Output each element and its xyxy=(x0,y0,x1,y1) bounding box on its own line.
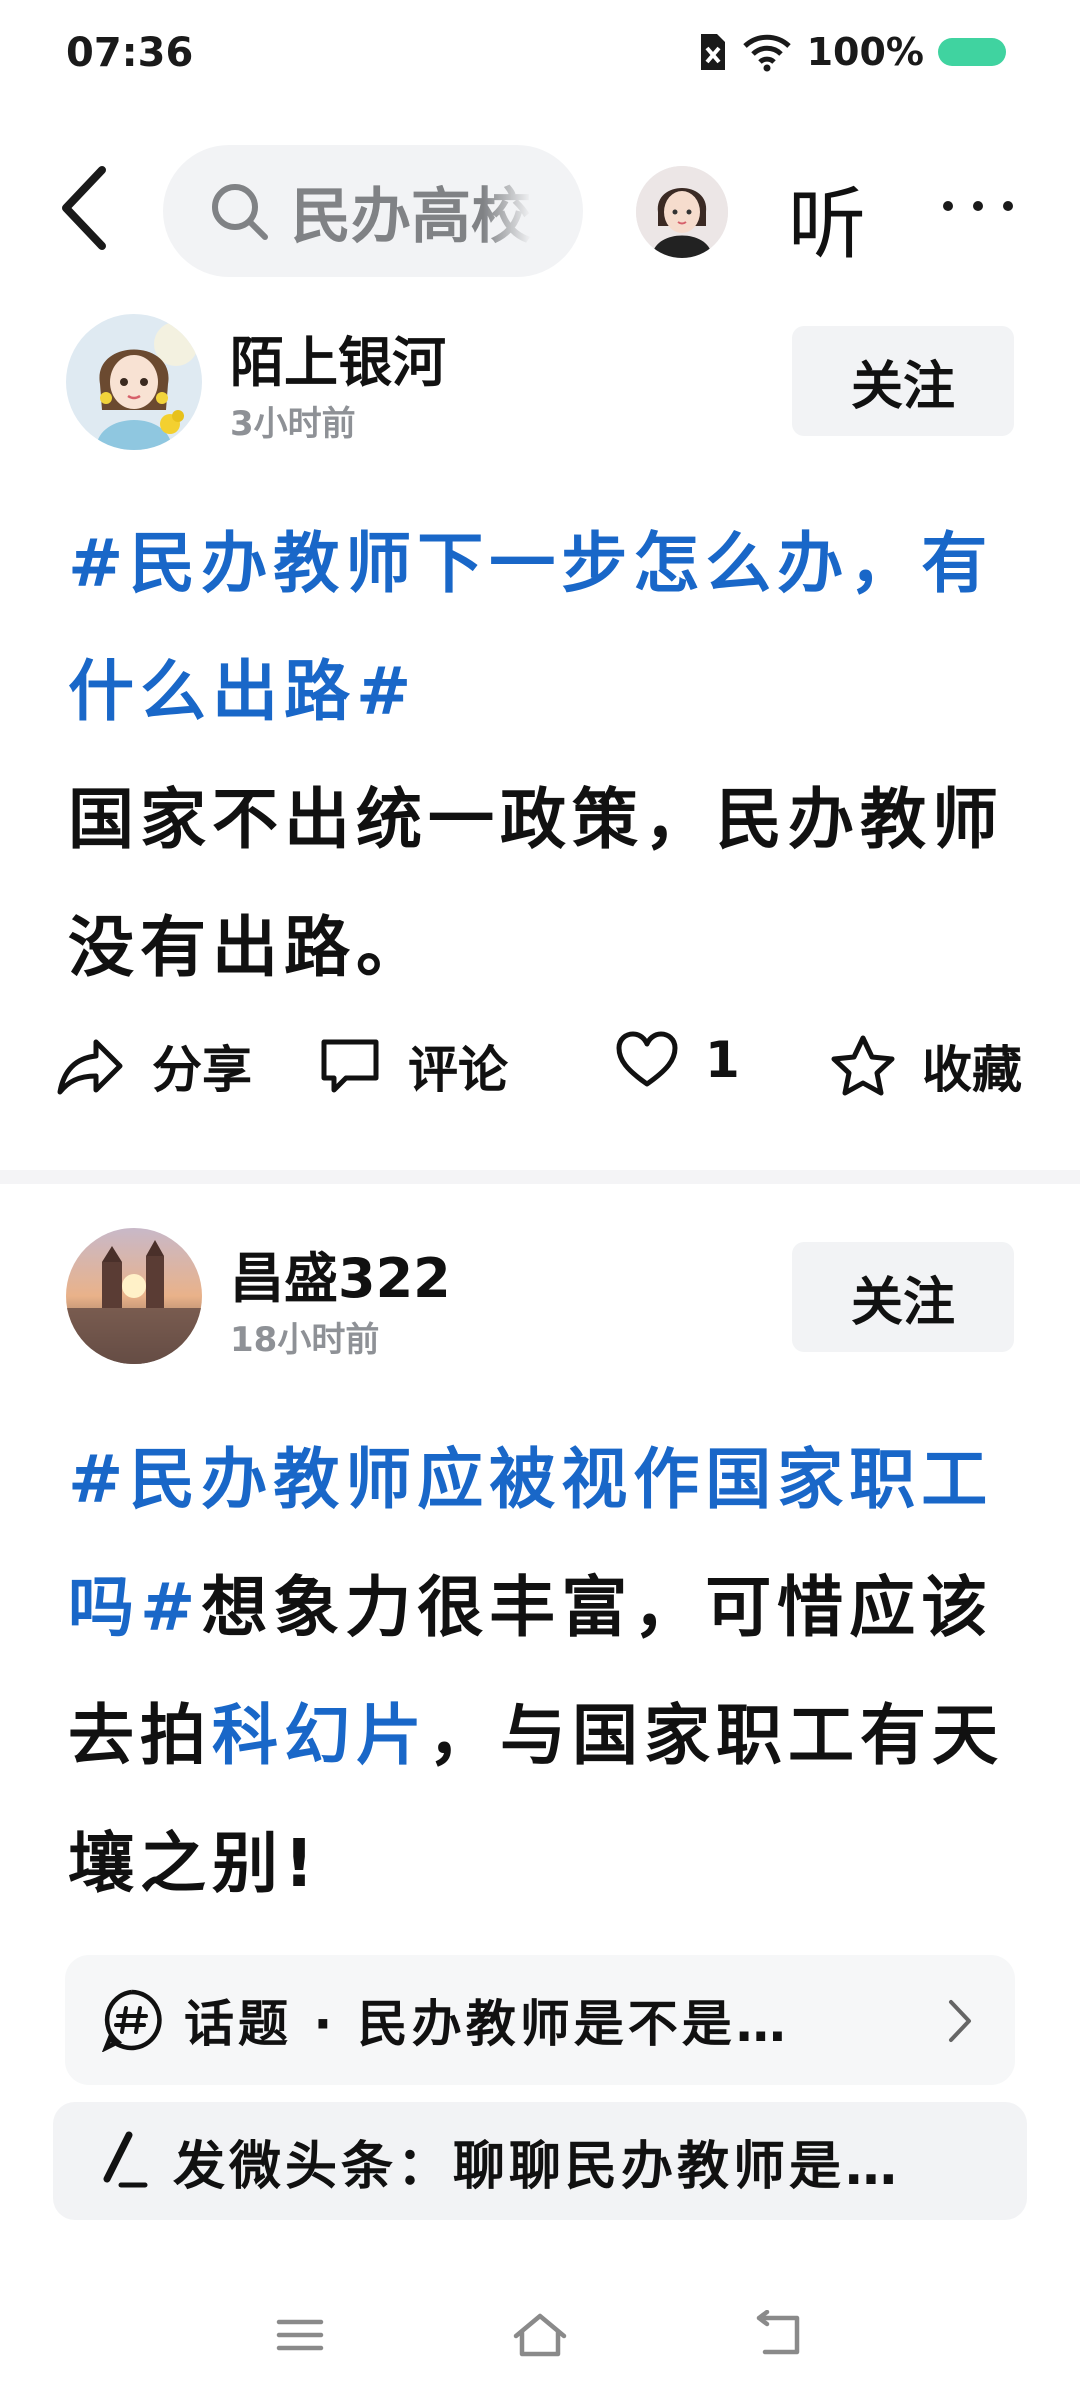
battery-percent: 100% xyxy=(806,30,924,74)
follow-button[interactable]: 关注 xyxy=(792,326,1014,436)
user-avatar[interactable] xyxy=(636,166,728,258)
castle-sunset-avatar-icon xyxy=(66,1228,202,1364)
like-count: 1 xyxy=(705,1031,740,1089)
search-icon xyxy=(212,184,268,240)
compose-bar[interactable]: 发微头条：聊聊民办教师是… xyxy=(53,2102,1027,2220)
status-time: 07:36 xyxy=(66,30,194,76)
post-author-avatar[interactable] xyxy=(66,1228,202,1364)
hashtag-link[interactable]: #民办教师下一步怎么办，有什么出路# xyxy=(68,525,993,730)
compose-label: 发微头条：聊聊民办教师是… xyxy=(173,2136,902,2197)
post-author-name[interactable]: 陌上银河 xyxy=(230,318,446,397)
favorite-button[interactable]: 收藏 xyxy=(830,1030,1022,1102)
comment-button[interactable]: 评论 xyxy=(318,1030,508,1102)
listen-button[interactable]: 听 xyxy=(788,162,866,274)
post-time: 18小时前 xyxy=(230,1320,380,1360)
status-icons: 100% xyxy=(697,30,1006,74)
hashtag-topic-icon xyxy=(101,1989,162,2052)
no-sim-icon xyxy=(700,34,725,70)
topic-bar[interactable]: 话题 · 民办教师是不是… xyxy=(65,1955,1015,2085)
avatar-illustration-icon xyxy=(636,166,728,258)
back-button[interactable] xyxy=(52,158,122,258)
post-action-bar: 分享 评论 1 收藏 xyxy=(0,1030,1080,1140)
favorite-label: 收藏 xyxy=(922,1041,1022,1099)
post-author-name[interactable]: 昌盛322 xyxy=(230,1234,451,1313)
inline-link[interactable]: 科幻片 xyxy=(212,1697,428,1774)
share-button[interactable]: 分享 xyxy=(56,1030,252,1102)
search-query: 民办高校 xyxy=(291,181,531,252)
post-divider xyxy=(0,1170,1080,1184)
back-arrow-icon xyxy=(62,166,106,250)
post-author-avatar[interactable] xyxy=(66,314,202,450)
menu-icon[interactable] xyxy=(275,2310,325,2360)
wifi-icon xyxy=(742,34,791,72)
share-icon xyxy=(57,1039,123,1095)
back-nav-icon[interactable] xyxy=(755,2310,805,2360)
system-nav-bar xyxy=(0,2300,1080,2380)
search-bar[interactable]: 民办高校 xyxy=(163,145,583,277)
comment-icon xyxy=(321,1039,379,1093)
chevron-right-icon xyxy=(949,2000,971,2042)
post-content: #民办教师应被视作国家职工吗#想象力很丰富，可惜应该去拍科幻片，与国家职工有天壤… xyxy=(68,1416,1028,1928)
home-icon[interactable] xyxy=(510,2310,570,2360)
follow-button[interactable]: 关注 xyxy=(792,1242,1014,1352)
post-body-text: 国家不出统一政策，民办教师没有出路。 xyxy=(68,781,1004,986)
comment-label: 评论 xyxy=(408,1041,508,1099)
like-button[interactable]: 1 xyxy=(615,1030,740,1090)
cartoon-girl-avatar-icon xyxy=(66,314,202,450)
star-icon xyxy=(831,1035,895,1096)
post-time: 3小时前 xyxy=(230,404,356,444)
topic-label: 话题 · 民办教师是不是… xyxy=(184,1995,790,2053)
share-label: 分享 xyxy=(152,1041,252,1099)
more-options-icon[interactable] xyxy=(940,192,1016,220)
post-content: #民办教师下一步怎么办，有什么出路# 国家不出统一政策，民办教师没有出路。 xyxy=(68,500,1028,1012)
battery-icon xyxy=(938,38,1006,66)
heart-icon xyxy=(616,1031,678,1087)
pen-icon xyxy=(103,2131,148,2188)
